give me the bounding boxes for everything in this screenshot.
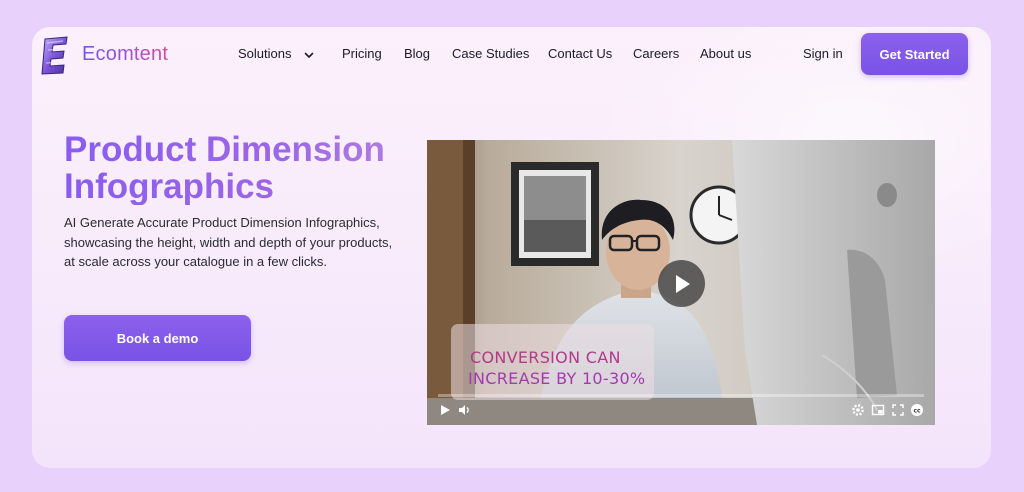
video-progress-bar[interactable] xyxy=(438,394,924,397)
video-play-button[interactable] xyxy=(658,260,705,307)
settings-icon[interactable] xyxy=(851,403,865,417)
svg-text:cc: cc xyxy=(913,407,921,414)
brand-name[interactable]: Ecomtent xyxy=(82,43,168,66)
nav-solutions[interactable]: Solutions xyxy=(238,46,291,61)
video-caption-line-1: CONVERSION CAN xyxy=(470,348,621,367)
hero-title-line-2: Infographics xyxy=(64,167,275,206)
nav-careers[interactable]: Careers xyxy=(633,46,679,61)
hero-title-line-1: Product Dimension xyxy=(64,130,385,169)
get-started-button[interactable]: Get Started xyxy=(861,33,968,75)
nav-blog[interactable]: Blog xyxy=(404,46,430,61)
fullscreen-icon[interactable] xyxy=(891,403,905,417)
hero-title: Product Dimension Infographics xyxy=(64,131,424,205)
nav-about-us[interactable]: About us xyxy=(700,46,751,61)
video-controls: cc xyxy=(427,398,935,422)
volume-icon[interactable] xyxy=(457,403,471,417)
nav-case-studies[interactable]: Case Studies xyxy=(452,46,529,61)
play-icon[interactable] xyxy=(438,403,452,417)
play-icon xyxy=(675,274,690,293)
sign-in-link[interactable]: Sign in xyxy=(803,46,843,61)
chevron-down-icon[interactable] xyxy=(303,49,315,61)
picture-in-picture-icon[interactable] xyxy=(871,403,885,417)
ecomtent-logo-icon[interactable] xyxy=(39,33,73,77)
book-demo-button[interactable]: Book a demo xyxy=(64,315,251,361)
nav-pricing[interactable]: Pricing xyxy=(342,46,382,61)
nav-contact-us[interactable]: Contact Us xyxy=(548,46,612,61)
captions-icon[interactable]: cc xyxy=(910,403,924,417)
video-caption-line-2: INCREASE BY 10-30% xyxy=(468,369,646,388)
page-card: Ecomtent Solutions Pricing Blog Case Stu… xyxy=(32,27,991,468)
video-player[interactable]: CONVERSION CAN INCREASE BY 10-30% cc xyxy=(427,140,935,425)
hero-description: AI Generate Accurate Product Dimension I… xyxy=(64,215,393,269)
